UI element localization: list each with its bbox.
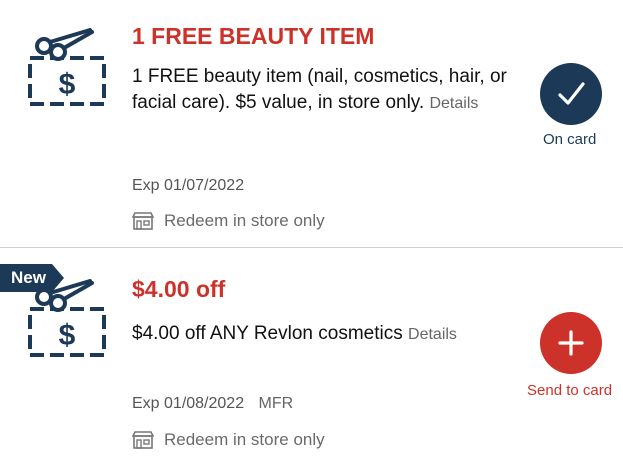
manufacturer-tag: MFR xyxy=(258,395,294,412)
expiration-date: Exp 01/08/2022 MFR xyxy=(132,395,293,413)
divider xyxy=(0,247,623,248)
redeem-info: Redeem in store only xyxy=(132,211,325,231)
redeem-label: Redeem in store only xyxy=(164,430,325,449)
coupon-description: 1 FREE beauty item (nail, cosmetics, hai… xyxy=(132,64,512,117)
coupon-card: New $ $4.00 off $4.00 off ANY Revlon cos… xyxy=(0,249,623,466)
coupon-scissors-icon: $ xyxy=(28,28,106,106)
coupon-title: $4.00 off xyxy=(132,276,226,302)
svg-text:$: $ xyxy=(59,319,76,352)
expiration-text: Exp 01/08/2022 xyxy=(132,395,245,412)
store-icon xyxy=(132,431,154,449)
coupon-card: $ 1 FREE BEAUTY ITEM 1 FREE beauty item … xyxy=(0,0,623,248)
redeem-label: Redeem in store only xyxy=(164,211,325,230)
on-card-label: On card xyxy=(543,131,597,148)
coupon-description: $4.00 off ANY Revlon cosmetics Details xyxy=(132,321,532,348)
redeem-info: Redeem in store only xyxy=(132,430,325,450)
send-to-card-button[interactable] xyxy=(540,312,602,374)
coupon-description-text: $4.00 off ANY Revlon cosmetics xyxy=(132,323,403,344)
coupon-list: $ 1 FREE BEAUTY ITEM 1 FREE beauty item … xyxy=(0,0,623,466)
on-card-button[interactable] xyxy=(540,63,602,125)
details-link[interactable]: Details xyxy=(429,95,478,112)
details-link[interactable]: Details xyxy=(408,326,457,343)
store-icon xyxy=(132,212,154,230)
coupon-scissors-icon: $ xyxy=(28,279,106,357)
coupon-title: 1 FREE BEAUTY ITEM xyxy=(132,23,375,49)
check-icon xyxy=(558,82,585,105)
plus-icon xyxy=(558,330,584,356)
send-to-card-label[interactable]: Send to card xyxy=(527,382,612,399)
svg-text:$: $ xyxy=(59,68,76,101)
expiration-date: Exp 01/07/2022 xyxy=(132,177,245,194)
